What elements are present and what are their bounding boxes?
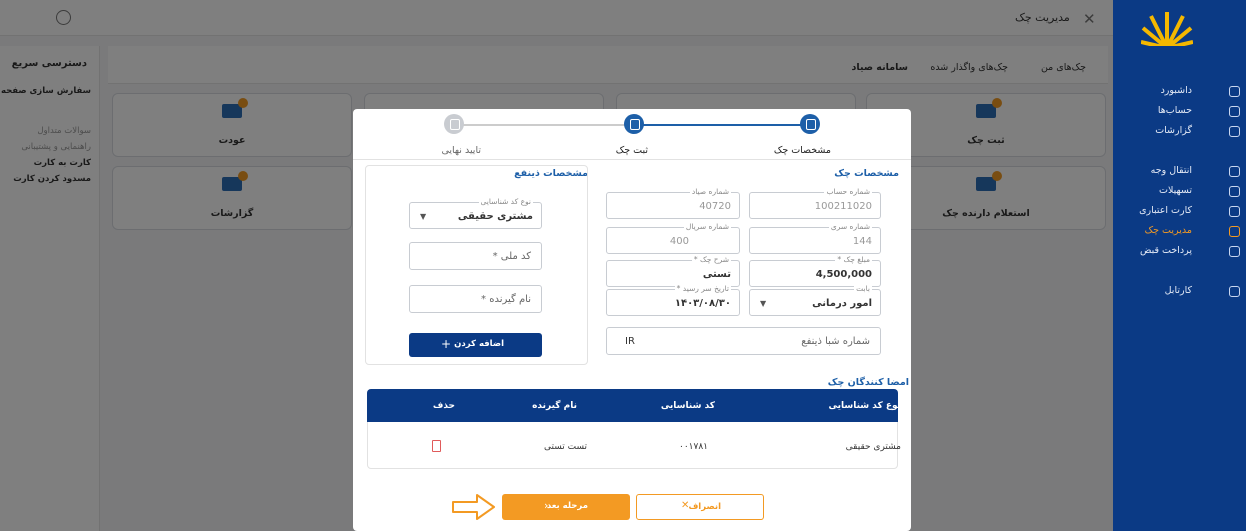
next-button-label: مرحله بعد	[546, 501, 588, 511]
cancel-button-label: انصراف	[688, 502, 721, 512]
row-id-type: مشتری حقیقی	[845, 442, 901, 452]
arrow-right-pointer-icon	[452, 494, 495, 520]
sidebar-item-0[interactable]: داشبورد	[1120, 84, 1244, 100]
amount-value: 4,500,000	[815, 269, 872, 280]
cheque-icon	[1229, 226, 1240, 237]
sidebar-item-7[interactable]: پرداخت قبض	[1120, 244, 1244, 260]
chevron-left-icon: ‹	[544, 499, 549, 512]
sayad-number-field[interactable]: شماره صیاد 40720	[606, 187, 740, 219]
bank-logo	[1141, 12, 1193, 60]
cancel-button[interactable]: انصراف ✕	[636, 494, 764, 520]
sidebar-item-label: کارتابل	[1164, 285, 1192, 296]
id-type-value: مشتری حقیقی	[457, 211, 533, 222]
bill-icon	[1229, 246, 1240, 257]
step-2-label: ثبت چک	[615, 145, 648, 156]
sidebar-item-4[interactable]: تسهیلات	[1120, 184, 1244, 200]
national-code-placeholder: کد ملی *	[492, 251, 531, 262]
reason-value: امور درمانی	[812, 298, 872, 309]
bank-icon	[1229, 106, 1240, 117]
iban-prefix: IR	[625, 336, 635, 347]
sidebar-item-8[interactable]: کارتابل	[1120, 284, 1244, 300]
account-number-value: 100211020	[814, 201, 872, 212]
amount-field[interactable]: مبلغ چک * 4,500,000	[749, 255, 881, 287]
description-value: تستی	[702, 269, 731, 280]
sidebar	[1113, 0, 1246, 531]
stepper-line-pending	[455, 124, 637, 126]
stepper-line-done	[637, 124, 813, 126]
stepper-divider	[353, 159, 911, 160]
sidebar-item-label: داشبورد	[1160, 85, 1192, 96]
receiver-name-placeholder: نام گیرنده *	[481, 294, 531, 305]
account-number-field[interactable]: شماره حساب 100211020	[749, 187, 881, 219]
add-button-label: اضافه کردن	[454, 339, 504, 349]
col-id-type: نوع کد شناسایی	[828, 401, 902, 411]
serial-number-field[interactable]: شماره سریال 400	[606, 222, 740, 254]
step-3-label: تایید نهایی	[441, 145, 481, 156]
col-receiver-name: نام گیرنده	[532, 401, 577, 411]
close-icon: ✕	[681, 500, 690, 511]
reason-select[interactable]: بابت امور درمانی ▼	[749, 284, 881, 316]
sidebar-item-label: انتقال وجه	[1150, 165, 1192, 176]
signers-title: امضا کنندگان چک	[827, 377, 909, 388]
iban-placeholder: شماره شبا ذینفع	[801, 336, 870, 347]
sidebar-item-3[interactable]: انتقال وجه	[1120, 164, 1244, 180]
next-button[interactable]: مرحله بعد ‹	[502, 494, 630, 520]
due-date-field[interactable]: تاریخ سر رسید * ۱۴۰۳/۰۸/۳۰	[606, 284, 740, 316]
row-receiver-name: تست تستی	[544, 442, 587, 452]
sidebar-item-label: پرداخت قبض	[1139, 245, 1192, 256]
chart-icon	[1229, 126, 1240, 137]
loan-icon	[1229, 186, 1240, 197]
col-id-code: کد شناسایی	[660, 401, 715, 411]
description-field[interactable]: شرح چک * تستی	[606, 255, 740, 287]
trash-icon[interactable]	[432, 440, 441, 452]
briefcase-icon	[1229, 286, 1240, 297]
sidebar-item-label: کارت اعتباری	[1139, 205, 1192, 216]
step-3-icon	[444, 114, 464, 134]
transfer-icon	[1229, 166, 1240, 177]
credit-card-icon	[1229, 206, 1240, 217]
due-date-value: ۱۴۰۳/۰۸/۳۰	[674, 298, 731, 309]
step-1-icon	[800, 114, 820, 134]
plus-icon: +	[441, 337, 452, 351]
sidebar-item-5[interactable]: کارت اعتباری	[1120, 204, 1244, 220]
serial-number-value: 400	[669, 236, 689, 247]
add-button[interactable]: + اضافه کردن	[409, 333, 542, 357]
national-code-input[interactable]: کد ملی *	[409, 242, 542, 270]
receiver-name-input[interactable]: نام گیرنده *	[409, 285, 542, 313]
row-id-code: ۰۰۱۷۸۱	[678, 442, 708, 452]
sidebar-item-label: تسهیلات	[1159, 185, 1192, 196]
sidebar-item-6[interactable]: مدیریت چک	[1120, 224, 1244, 240]
step-2-icon	[624, 114, 644, 134]
col-delete: حذف	[432, 401, 455, 411]
chevron-down-icon: ▼	[760, 299, 767, 308]
sidebar-item-2[interactable]: گزارشات	[1120, 124, 1244, 140]
sidebar-item-1[interactable]: حساب‌ها	[1120, 104, 1244, 120]
sidebar-item-label: گزارشات	[1155, 125, 1192, 136]
series-number-value: 144	[852, 236, 872, 247]
id-type-select[interactable]: نوع کد شناسایی مشتری حقیقی ▼	[409, 197, 542, 229]
cheque-details-title: مشخصات چک	[834, 168, 899, 179]
step-1-label: مشخصات چک	[773, 145, 831, 156]
dashboard-icon	[1229, 86, 1240, 97]
sidebar-item-label: مدیریت چک	[1144, 225, 1192, 236]
sayad-number-value: 40720	[699, 201, 731, 212]
sidebar-item-label: حساب‌ها	[1157, 105, 1192, 116]
iban-field[interactable]: شماره شبا ذینفع IR	[606, 327, 881, 355]
series-number-field[interactable]: شماره سری 144	[749, 222, 881, 254]
chevron-down-icon: ▼	[420, 212, 427, 221]
